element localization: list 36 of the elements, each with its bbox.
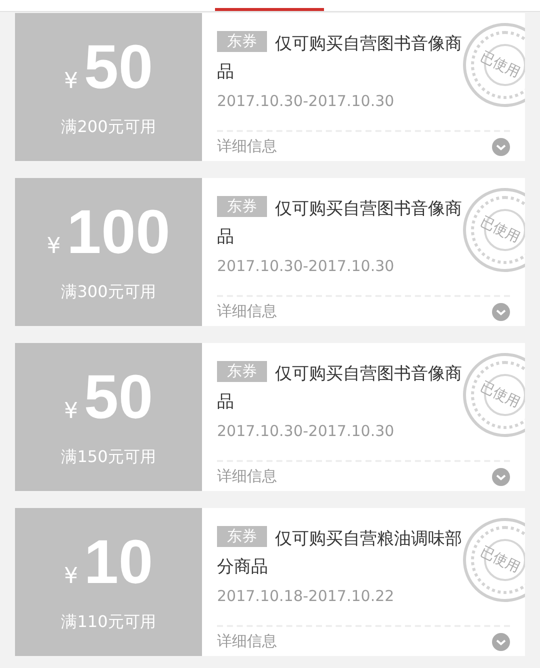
- expand-icon[interactable]: [492, 468, 510, 486]
- coupon-condition: 满300元可用: [61, 282, 156, 302]
- currency-sign: ¥: [64, 398, 78, 424]
- coupon-dates: 2017.10.30-2017.10.30: [217, 422, 396, 440]
- stamp-text: 已使用: [477, 212, 523, 248]
- coupon-amount: 100: [66, 202, 170, 264]
- stamp-text: 已使用: [477, 378, 523, 412]
- currency-sign: ¥: [64, 564, 78, 588]
- coupon-dates: 2017.10.18-2017.10.22: [217, 587, 396, 605]
- details-label: 详细信息: [217, 302, 277, 321]
- coupon-amount: 50: [84, 36, 153, 98]
- coupon-dates: 2017.10.30-2017.10.30: [217, 92, 396, 110]
- coupon-title: 东券 仅可购买自营图书音像商品: [217, 360, 463, 414]
- coupon-amount: 10: [84, 532, 153, 594]
- details-label: 详细信息: [217, 137, 277, 156]
- expand-icon[interactable]: [492, 632, 510, 650]
- stamp-text: 已使用: [477, 48, 523, 82]
- currency-sign: ¥: [64, 68, 78, 94]
- details-label: 详细信息: [217, 632, 277, 651]
- coupon-tag: 东券: [217, 526, 267, 547]
- coupon-condition: 满110元可用: [61, 612, 156, 632]
- stamp-text: 已使用: [477, 542, 523, 578]
- coupon-condition: 满200元可用: [61, 116, 156, 138]
- coupon-tag: 东券: [217, 196, 267, 217]
- coupon-title: 东券 仅可购买自营图书音像商品: [217, 195, 463, 249]
- expand-icon[interactable]: [492, 138, 510, 156]
- coupon-tag: 东券: [217, 31, 267, 52]
- coupon-title: 东券 仅可购买自营图书音像商品: [217, 30, 463, 84]
- expand-icon[interactable]: [492, 302, 510, 320]
- coupon-condition: 满150元可用: [61, 446, 156, 468]
- coupon-amount: 50: [84, 366, 153, 428]
- coupon-dates: 2017.10.30-2017.10.30: [217, 257, 396, 275]
- coupon-title: 东券 仅可购买自营粮油调味部分商品: [217, 525, 463, 579]
- details-label: 详细信息: [217, 467, 277, 486]
- currency-sign: ¥: [46, 234, 61, 258]
- coupon-tag: 东券: [217, 361, 267, 382]
